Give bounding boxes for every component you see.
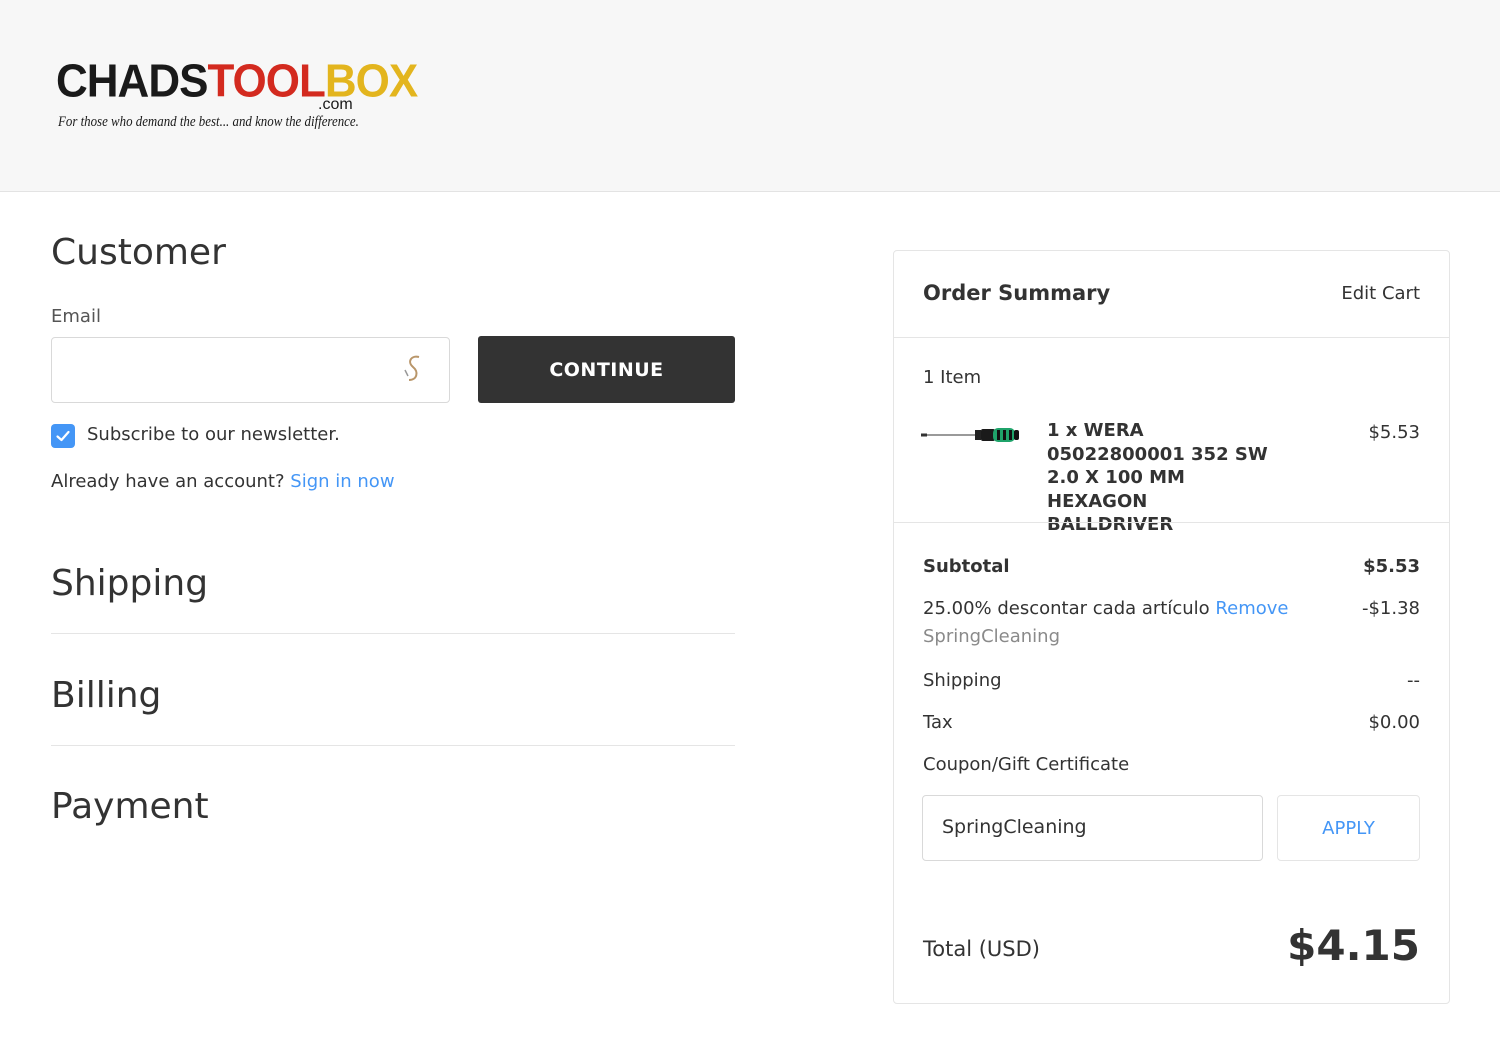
shipping-divider bbox=[51, 633, 735, 634]
account-prompt-row: Already have an account? Sign in now bbox=[51, 471, 395, 492]
logo-tagline: For those who demand the best... and kno… bbox=[58, 114, 359, 130]
logo-chads: CHADS bbox=[56, 55, 208, 108]
billing-divider bbox=[51, 745, 735, 746]
discount-code: SpringCleaning bbox=[923, 626, 1061, 647]
billing-step-title[interactable]: Billing bbox=[51, 675, 161, 716]
total-label: Total (USD) bbox=[923, 937, 1040, 961]
product-name: 1 x WERA 05022800001 352 SW 2.0 X 100 MM… bbox=[1047, 420, 1268, 535]
coupon-field-wrapper bbox=[922, 795, 1263, 861]
site-logo[interactable]: CHADSTOOLBOX .com For those who demand t… bbox=[56, 56, 418, 138]
total-value: $4.15 bbox=[1287, 921, 1420, 970]
summary-divider-top bbox=[894, 337, 1449, 338]
apply-coupon-button[interactable]: APPLY bbox=[1277, 795, 1420, 861]
shipping-step-title[interactable]: Shipping bbox=[51, 563, 208, 604]
product-price: $5.53 bbox=[1368, 422, 1420, 443]
item-count: 1 Item bbox=[923, 367, 982, 388]
shipping-value: -- bbox=[1407, 670, 1420, 691]
logo-dotcom: .com bbox=[318, 96, 353, 113]
product-image bbox=[921, 428, 1019, 442]
order-summary: Order Summary Edit Cart 1 Item 1 x WERA … bbox=[893, 250, 1450, 1004]
discount-remove-link[interactable]: Remove bbox=[1215, 598, 1288, 619]
checkmark-icon bbox=[56, 430, 70, 442]
site-header: CHADSTOOLBOX .com For those who demand t… bbox=[0, 0, 1500, 192]
password-manager-icon[interactable] bbox=[399, 352, 427, 386]
continue-button[interactable]: CONTINUE bbox=[478, 336, 735, 403]
account-prompt: Already have an account? bbox=[51, 471, 285, 492]
logo-tool: TOOL bbox=[207, 55, 325, 108]
payment-step-title[interactable]: Payment bbox=[51, 786, 209, 827]
summary-divider-mid bbox=[894, 522, 1449, 523]
email-label: Email bbox=[51, 306, 101, 327]
shipping-label: Shipping bbox=[923, 670, 1002, 691]
coupon-link[interactable]: Coupon/Gift Certificate bbox=[923, 754, 1129, 775]
discount-label: 25.00% descontar cada artículo bbox=[923, 598, 1210, 619]
email-input[interactable] bbox=[68, 338, 398, 400]
coupon-input[interactable] bbox=[942, 796, 1242, 858]
customer-title: Customer bbox=[51, 232, 226, 273]
logo-wordmark: CHADSTOOLBOX bbox=[56, 55, 418, 110]
discount-row: 25.00% descontar cada artículo Remove bbox=[923, 598, 1288, 619]
subtotal-value: $5.53 bbox=[1363, 556, 1420, 577]
discount-value: -$1.38 bbox=[1361, 598, 1420, 619]
tax-value: $0.00 bbox=[1368, 712, 1420, 733]
subtotal-label: Subtotal bbox=[923, 556, 1010, 577]
edit-cart-link[interactable]: Edit Cart bbox=[1341, 283, 1420, 304]
email-field-wrapper bbox=[51, 337, 450, 403]
sign-in-link[interactable]: Sign in now bbox=[290, 471, 394, 492]
order-summary-title: Order Summary bbox=[923, 281, 1111, 305]
newsletter-checkbox[interactable] bbox=[51, 424, 75, 448]
tax-label: Tax bbox=[923, 712, 953, 733]
newsletter-label[interactable]: Subscribe to our newsletter. bbox=[87, 424, 340, 445]
